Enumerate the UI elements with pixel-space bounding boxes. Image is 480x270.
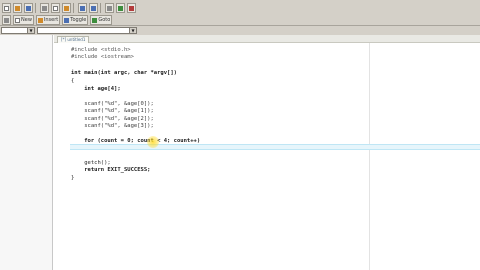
toolbar-separator [100,3,101,13]
run-icon [129,5,134,11]
open-button[interactable] [13,3,22,13]
code-line[interactable]: #include <iostream> [71,54,134,60]
tab-untitled1[interactable]: [*] untitled1 [57,36,90,43]
new-label: New [21,17,32,23]
right-margin-line [369,43,370,270]
toolbar-separator [73,3,74,13]
toolbar: New Insert Toggle Goto [0,0,480,26]
menu-icon [4,17,9,23]
code-line[interactable]: int age[4]; [71,86,120,92]
new-file-button[interactable] [2,3,11,13]
class-combo[interactable]: ▼ [1,27,35,34]
compile-icon [118,5,123,11]
redo-button[interactable] [89,3,98,13]
code-editor[interactable] [54,43,480,270]
cut-button[interactable] [40,3,49,13]
goto-label: Goto [98,17,111,23]
insert-label: Insert [43,17,59,23]
undo-button[interactable] [78,3,87,13]
chevron-down-icon: ▼ [129,28,136,33]
insert-icon [37,17,43,23]
save-button[interactable] [24,3,33,13]
open-icon [15,5,20,11]
redo-icon [91,5,96,11]
copy-icon [53,5,58,11]
project-browser-panel[interactable] [0,35,53,270]
current-line-highlight [70,144,480,150]
code-line[interactable]: return EXIT_SUCCESS; [71,167,150,173]
code-line[interactable]: { [71,78,74,84]
code-line[interactable]: scanf("%d", &age[0]); [71,101,154,107]
code-line[interactable]: scanf("%d", &age[1]); [71,108,154,114]
chevron-down-icon: ▼ [27,28,34,33]
paste-button[interactable] [62,3,71,13]
code-line[interactable]: getch(); [71,160,111,166]
find-icon [107,5,112,11]
goto-button[interactable]: Goto [90,15,113,25]
copy-button[interactable] [51,3,60,13]
run-button[interactable] [127,3,136,13]
goto-icon [92,17,98,23]
code-line[interactable]: } [71,175,74,181]
cut-icon [42,5,47,11]
editor-tabstrip: [*] untitled1 [54,35,480,43]
mouse-pointer-highlight [147,136,159,148]
toolbar-separator [35,3,36,13]
code-line[interactable]: scanf("%d", &age[3]); [71,123,154,129]
insert-button[interactable]: Insert [35,15,61,25]
code-line[interactable]: for (count = 0; count < 4; count++) [71,138,200,144]
paste-icon [64,5,69,11]
find-button[interactable] [105,3,114,13]
toolbar-row-secondary: New Insert Toggle Goto [0,14,113,26]
toolbar-row-main [0,2,136,14]
toggle-icon [64,17,70,23]
code-line[interactable]: int main(int argc, char *argv[]) [71,70,177,76]
menu-button[interactable] [2,15,11,25]
compile-button[interactable] [116,3,125,13]
new-button[interactable]: New [13,15,34,25]
new-file-icon [4,5,9,11]
toggle-button[interactable]: Toggle [62,15,89,25]
undo-icon [80,5,85,11]
code-line[interactable]: scanf("%d", &age[2]); [71,116,154,122]
code-line[interactable]: #include <stdio.h> [71,47,131,53]
member-combo[interactable]: ▼ [37,27,137,34]
save-icon [26,5,31,11]
new-icon [15,17,20,23]
class-browser-bar: ▼ ▼ [0,26,480,35]
toggle-label: Toggle [70,17,87,23]
